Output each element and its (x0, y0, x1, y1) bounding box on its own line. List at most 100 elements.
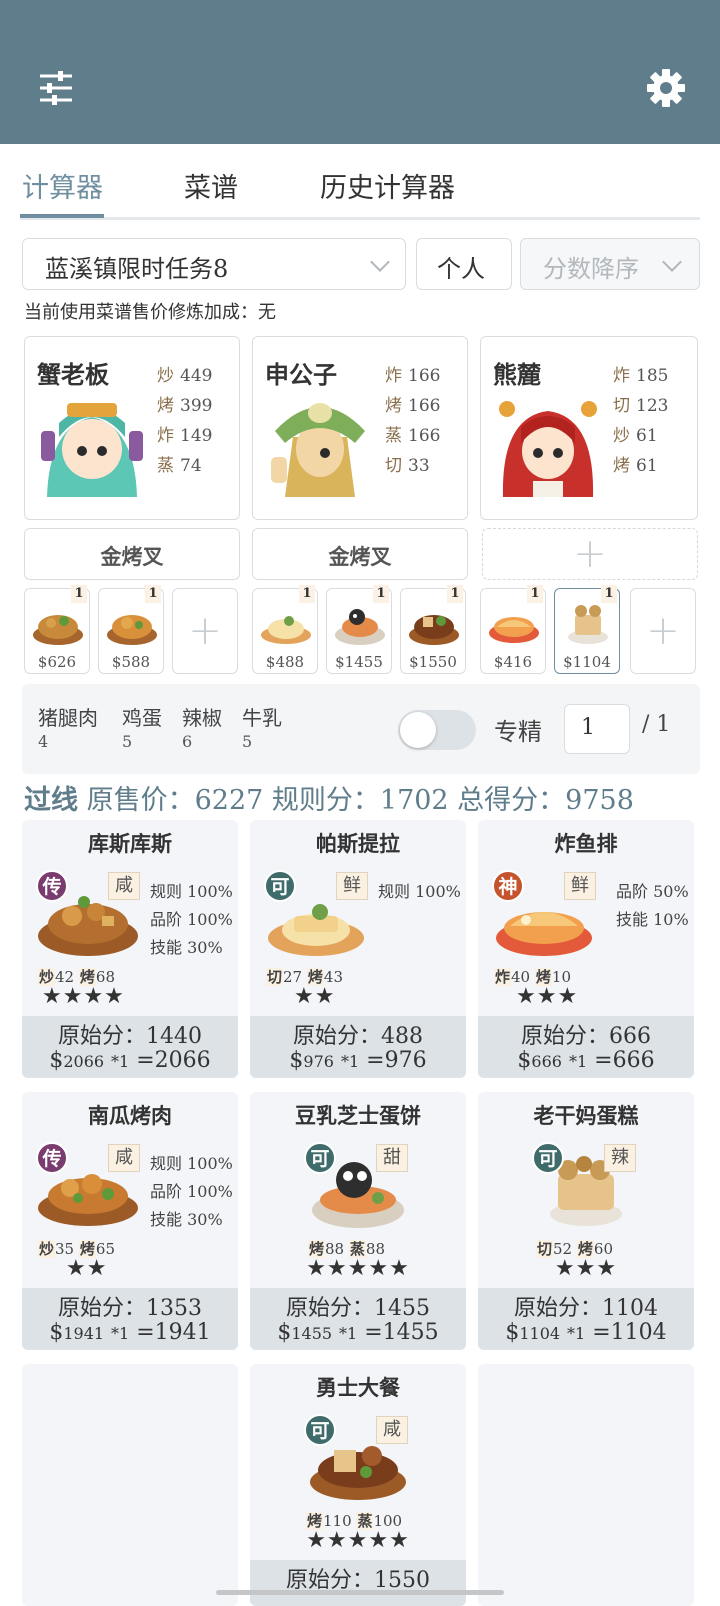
dish-slot[interactable]: 1 $1455 (326, 585, 392, 674)
add-dish-button[interactable]: + (630, 588, 696, 674)
sort-select[interactable]: 分数降序 (520, 238, 700, 290)
chef-name: 熊麓 (493, 360, 541, 389)
chef-card[interactable]: 蟹老板 炒 449 烤 399 炸 149 蒸 74 (24, 336, 240, 520)
dish-slot[interactable]: 1 $416 (480, 585, 546, 674)
rule-list: 规则 100% 品阶 100% 技能 30% (150, 878, 233, 962)
skill-row: 炒 449 (157, 361, 212, 391)
dish-image (107, 615, 157, 645)
plus-icon: + (573, 531, 607, 577)
add-dish-button[interactable]: + (172, 588, 238, 674)
bonus-note: 当前使用菜谱售价修炼加成：无 (24, 302, 276, 323)
skill-type: 蒸 (385, 426, 402, 446)
dish-card[interactable]: 勇士大餐 可 咸 烤110 蒸100 ★★★★★ 原始分：1550 (250, 1364, 466, 1606)
flavor-tag: 鲜 (564, 872, 596, 900)
score-footer: 原始分：488 $976 *1 =976 (250, 1016, 466, 1078)
dish-image (261, 616, 311, 644)
tab-recipes[interactable]: 菜谱 (184, 166, 238, 214)
dish-price: $488 (265, 653, 305, 671)
skill-row: 炸 185 (613, 361, 668, 391)
personal-button-label: 个人 (437, 255, 485, 283)
chef-card[interactable]: 熊麓 炸 185 切 123 炒 61 烤 61 (480, 336, 698, 520)
ingredient-count: 4 (38, 732, 49, 751)
equip-slot[interactable]: 金烤叉 (252, 528, 468, 580)
score-footer: 原始分：1104 $1104 *1 =1104 (478, 1288, 694, 1350)
equip-slot[interactable]: 金烤叉 (24, 528, 240, 580)
rank-badge: 可 (532, 1142, 564, 1174)
skill-value: 185 (636, 366, 669, 386)
rule-item: 规则 100% (150, 882, 233, 901)
dish-card[interactable]: 南瓜烤肉 传 咸 规则 100% 品阶 100% 技能 30% 炒35 烤65 … (22, 1092, 238, 1350)
specialty-toggle[interactable] (398, 710, 476, 750)
dish-card[interactable]: 帕斯提拉 可 鲜 规则 100% 切27 烤43 ★★ 原始分：488 $976… (250, 820, 466, 1078)
flavor-tag: 鲜 (336, 872, 368, 900)
score-footer: 原始分：666 $666 *1 =666 (478, 1016, 694, 1078)
original-score: 原始分：666 (521, 1024, 651, 1049)
rule-item: 技能 30% (150, 938, 223, 957)
skill-type: 烤 (613, 456, 630, 476)
skill-row: 烤 399 (157, 391, 212, 421)
dish-card[interactable]: 豆乳芝士蛋饼 可 甜 烤88 蒸88 ★★★★★ 原始分：1455 $1455 … (250, 1092, 466, 1350)
dish-slot[interactable]: 1 $1550 (400, 585, 466, 674)
personal-button[interactable]: 个人 (416, 238, 512, 290)
dish-slot-selected[interactable]: 1 $1104 (554, 585, 620, 674)
price-calc: $976 *1 =976 (289, 1048, 427, 1073)
tab-calculator[interactable]: 计算器 (22, 166, 103, 214)
req-type: 炒 (38, 1240, 56, 1258)
price-calc: $666 *1 =666 (517, 1048, 655, 1073)
skill-row: 烤 61 (613, 451, 668, 481)
skill-row: 蒸 166 (385, 421, 440, 451)
dish-price: $1104 (563, 653, 611, 671)
settings-gear-icon[interactable] (644, 66, 688, 110)
dish-slot[interactable]: 1 $626 (24, 585, 90, 674)
rule-item: 技能 30% (150, 1210, 223, 1229)
dish-image (489, 617, 539, 643)
rule-item: 技能 10% (616, 910, 689, 929)
dish-card[interactable]: 炸鱼排 神 鲜 品阶 50% 技能 10% 炸40 烤10 ★★★ 原始分：66… (478, 820, 694, 1078)
skill-type: 炸 (613, 366, 630, 386)
filter-sliders-icon[interactable] (36, 66, 80, 110)
chef-portrait (493, 387, 603, 497)
rank-badge: 神 (492, 870, 524, 902)
skill-type: 切 (385, 456, 402, 476)
skill-value: 61 (636, 426, 658, 446)
specialty-total: / 1 (642, 712, 671, 737)
price-total: =1455 (364, 1320, 439, 1345)
dish-slot[interactable]: 1 $488 (252, 585, 318, 674)
score-footer: 原始分：1550 (250, 1560, 466, 1606)
ingredient-name: 鸡蛋 (122, 706, 162, 730)
star-rating: ★★ (294, 984, 336, 1009)
price-total: =666 (594, 1048, 655, 1073)
price-calc: $2066 *1 =2066 (49, 1048, 211, 1073)
ingredient-count: 5 (242, 732, 253, 751)
score-footer: 原始分：1353 $1941 *1 =1941 (22, 1288, 238, 1350)
dish-price: $588 (111, 653, 151, 671)
rule-item: 规则 100% (378, 882, 461, 901)
price-total: =1104 (592, 1320, 667, 1345)
rank-badge: 可 (304, 1142, 336, 1174)
rule-item: 品阶 100% (150, 910, 233, 929)
dish-card[interactable]: 老干妈蛋糕 可 辣 切52 烤60 ★★★ 原始分：1104 $1104 *1 … (478, 1092, 694, 1350)
dish-card[interactable]: 库斯库斯 传 咸 规则 100% 品阶 100% 技能 30% 炒42 烤68 … (22, 820, 238, 1078)
specialty-input-value: 1 (581, 715, 595, 740)
multiplier: *1 (339, 1324, 358, 1343)
task-select[interactable]: 蓝溪镇限时任务8 (22, 238, 406, 290)
chef-portrait (265, 387, 375, 497)
chef-name: 蟹老板 (37, 360, 109, 389)
dish-slot[interactable]: 1 $588 (98, 585, 164, 674)
rank-badge: 可 (304, 1414, 336, 1446)
equip-label: 金烤叉 (100, 544, 164, 569)
req-type: 切 (266, 968, 284, 986)
dish-price: $416 (493, 653, 533, 671)
add-equip-button[interactable]: + (482, 528, 698, 580)
price-value: 1941 (63, 1324, 105, 1343)
specialty-input[interactable]: 1 (564, 704, 630, 754)
flavor-tag: 辣 (604, 1144, 636, 1172)
skill-type: 蒸 (157, 456, 174, 476)
tab-history-calculator[interactable]: 历史计算器 (320, 166, 455, 214)
original-score: 原始分：1353 (58, 1296, 202, 1321)
chef-skills: 炒 449 烤 399 炸 149 蒸 74 (157, 361, 212, 481)
dish-name: 炸鱼排 (554, 831, 618, 856)
price-calc: $1104 *1 =1104 (505, 1320, 667, 1345)
chef-card[interactable]: 申公子 炸 166 烤 166 蒸 166 切 33 (252, 336, 468, 520)
skill-value: 74 (180, 456, 202, 476)
